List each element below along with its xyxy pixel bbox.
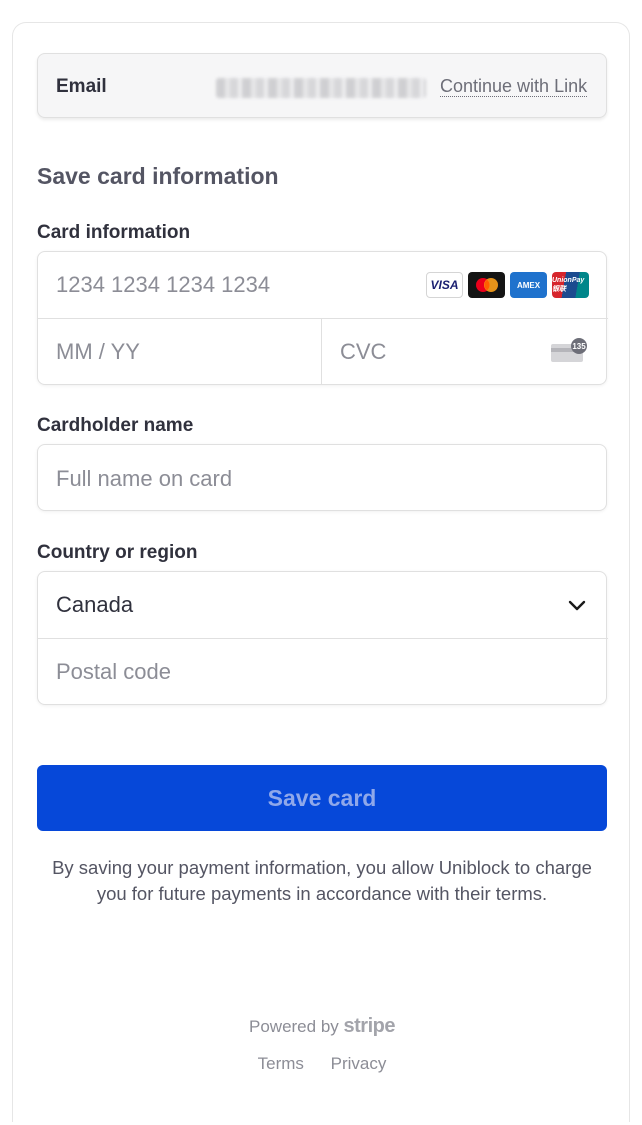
email-value-blurred xyxy=(216,78,426,98)
save-card-button[interactable]: Save card xyxy=(37,765,607,831)
card-information-group: 1234 1234 1234 1234 VISA AMEX UnionPay 银… xyxy=(37,251,608,385)
card-number-placeholder: 1234 1234 1234 1234 xyxy=(56,272,271,297)
amex-icon: AMEX xyxy=(510,272,547,298)
powered-by-label: Powered by xyxy=(249,1017,339,1036)
expiry-placeholder: MM / YY xyxy=(56,339,140,364)
privacy-link[interactable]: Privacy xyxy=(331,1054,387,1073)
postal-code-placeholder: Postal code xyxy=(56,659,171,684)
expiry-input[interactable]: MM / YY xyxy=(38,319,321,385)
cardholder-name-label: Cardholder name xyxy=(37,415,194,436)
visa-icon: VISA xyxy=(426,272,463,298)
footer-links: Terms Privacy xyxy=(13,1054,631,1074)
cvc-card-icon: 135 xyxy=(551,338,589,364)
terms-link[interactable]: Terms xyxy=(258,1054,304,1073)
postal-code-input[interactable]: Postal code xyxy=(38,639,608,705)
email-label: Email xyxy=(56,76,107,97)
cardholder-name-field[interactable]: Full name on card xyxy=(38,445,608,512)
cvc-badge-text: 135 xyxy=(572,342,586,351)
country-postal-group: Canada Postal code xyxy=(37,571,608,705)
country-select[interactable]: Canada xyxy=(38,572,608,638)
cardholder-name-placeholder: Full name on card xyxy=(56,465,233,491)
consent-text: By saving your payment information, you … xyxy=(52,857,592,904)
powered-by-stripe[interactable]: Powered by stripe xyxy=(13,1015,631,1038)
section-title: Save card information xyxy=(37,163,279,189)
cardholder-name-input[interactable]: Full name on card xyxy=(37,444,607,511)
mastercard-icon xyxy=(468,272,505,298)
unionpay-icon: UnionPay 银联 xyxy=(552,272,589,298)
continue-with-link-button[interactable]: Continue with Link xyxy=(440,76,588,97)
country-selected-value: Canada xyxy=(56,592,134,617)
card-information-label: Card information xyxy=(37,222,191,243)
email-field[interactable]: Email Continue with Link xyxy=(37,53,607,118)
chevron-down-icon[interactable] xyxy=(568,597,586,613)
payment-form-panel: Email Continue with Link Save card infor… xyxy=(12,22,630,1122)
country-label: Country or region xyxy=(37,542,198,563)
cvc-placeholder: CVC xyxy=(340,339,387,364)
stripe-logo: stripe xyxy=(343,1015,396,1037)
